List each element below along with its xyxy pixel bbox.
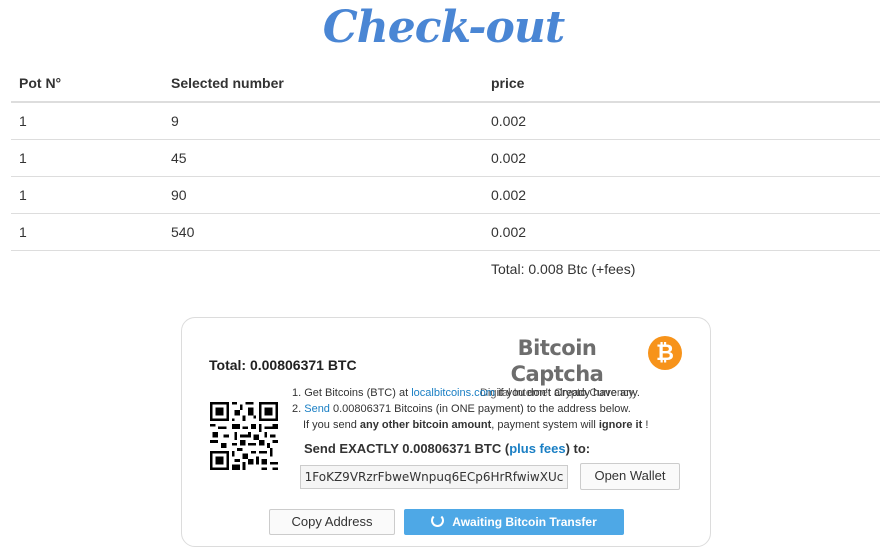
instruction-step-2: 2. Send 0.00806371 Bitcoins (in ONE paym… — [292, 401, 648, 417]
payment-total-label: Total: — [209, 357, 247, 373]
cell-selected-number: 45 — [163, 139, 483, 177]
spinner-icon — [431, 514, 445, 527]
warning-bold-amount: any other bitcoin amount — [359, 419, 492, 431]
brand-name: Bitcoin Captcha — [510, 336, 604, 386]
send-link[interactable]: Send — [304, 403, 330, 415]
cell-price: 0.002 — [483, 102, 880, 140]
cell-price: 0.002 — [483, 176, 880, 214]
step1-text: 1. Get Bitcoins (BTC) at — [292, 387, 412, 399]
open-wallet-button[interactable]: Open Wallet — [580, 463, 680, 490]
cell-selected-number: 90 — [163, 176, 483, 214]
copy-address-button[interactable]: Copy Address — [269, 509, 395, 535]
payment-total-amount: 0.00806371 BTC — [249, 357, 357, 373]
qr-code-icon — [210, 402, 278, 470]
bitcoin-address-field[interactable]: 1FoKZ9VRzrFbweWnpuq6ECp6HrRfwiwXUc — [300, 465, 568, 489]
empty-cell — [11, 251, 163, 288]
instruction-warning: If you send any other bitcoin amount, pa… — [292, 417, 648, 433]
cell-pot: 1 — [11, 102, 163, 140]
warning-prefix: If you send — [303, 419, 360, 431]
empty-cell — [163, 251, 483, 288]
step1-suffix: if you don't already have any. — [494, 387, 640, 399]
cell-pot: 1 — [11, 213, 163, 251]
warning-bold-ignore: ignore it — [598, 419, 643, 431]
plus-fees-link[interactable]: plus fees — [509, 441, 565, 456]
bitcoin-logo-icon: ₿ — [648, 336, 682, 370]
table-row: 1 540 0.002 — [11, 213, 880, 251]
awaiting-transfer-label: Awaiting Bitcoin Transfer — [452, 515, 597, 529]
cell-price: 0.002 — [483, 213, 880, 251]
payment-total: Total: 0.00806371 BTC — [209, 357, 357, 373]
cell-pot: 1 — [11, 139, 163, 177]
page-title: Check-out — [322, 2, 565, 53]
payment-box: Total: 0.00806371 BTC Bitcoin Captcha Di… — [181, 317, 711, 547]
send-exactly-text: Send EXACTLY 0.00806371 BTC ( — [304, 441, 510, 456]
table-row: 1 90 0.002 — [11, 176, 880, 214]
table-total-row: Total: 0.008 Btc (+fees) — [11, 251, 880, 288]
localbitcoins-link[interactable]: localbitcoins.com — [411, 387, 495, 399]
payment-instructions: 1. Get Bitcoins (BTC) at localbitcoins.c… — [292, 385, 648, 433]
order-total: Total: 0.008 Btc (+fees) — [491, 261, 636, 277]
warning-middle: , payment system will — [491, 419, 599, 431]
cell-price: 0.002 — [483, 139, 880, 177]
table-header-row: Pot N° Selected number price — [11, 64, 880, 103]
send-exactly-line: Send EXACTLY 0.00806371 BTC (plus fees) … — [304, 441, 590, 456]
column-header-selected-number: Selected number — [163, 64, 483, 103]
table-row: 1 45 0.002 — [11, 139, 880, 177]
warning-suffix: ! — [642, 419, 649, 431]
checkout-table: Pot N° Selected number price 1 9 0.002 1… — [11, 64, 880, 287]
step2-text: 0.00806371 Bitcoins (in ONE payment) to … — [329, 403, 631, 415]
column-header-price: price — [483, 64, 880, 103]
cell-pot: 1 — [11, 176, 163, 214]
column-header-pot: Pot N° — [11, 64, 163, 103]
send-exactly-suffix: ) to: — [565, 441, 591, 456]
table-row: 1 9 0.002 — [11, 102, 880, 140]
step2-number: 2. — [292, 403, 305, 415]
instruction-step-1: 1. Get Bitcoins (BTC) at localbitcoins.c… — [292, 385, 648, 401]
cell-selected-number: 540 — [163, 213, 483, 251]
cell-selected-number: 9 — [163, 102, 483, 140]
awaiting-transfer-button[interactable]: Awaiting Bitcoin Transfer — [404, 509, 624, 535]
